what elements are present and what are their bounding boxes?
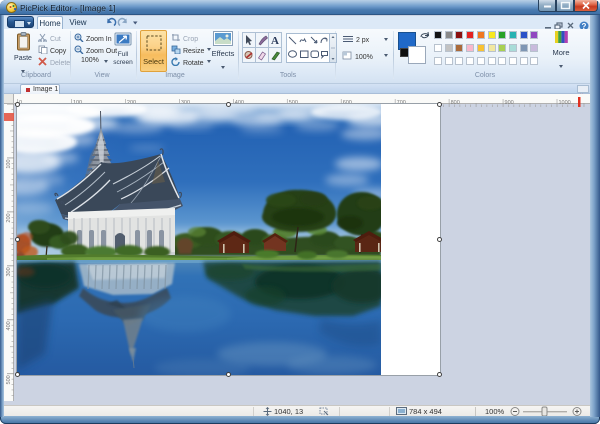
svg-text:900: 900 [505, 100, 514, 106]
svg-text:300: 300 [6, 267, 12, 276]
svg-text:800: 800 [451, 100, 460, 106]
svg-text:A: A [271, 35, 279, 47]
svg-text:500: 500 [6, 375, 12, 384]
svg-text:200: 200 [6, 213, 12, 222]
svg-text:100: 100 [6, 159, 12, 168]
svg-text:400: 400 [6, 321, 12, 330]
svg-text:1000: 1000 [559, 100, 571, 106]
